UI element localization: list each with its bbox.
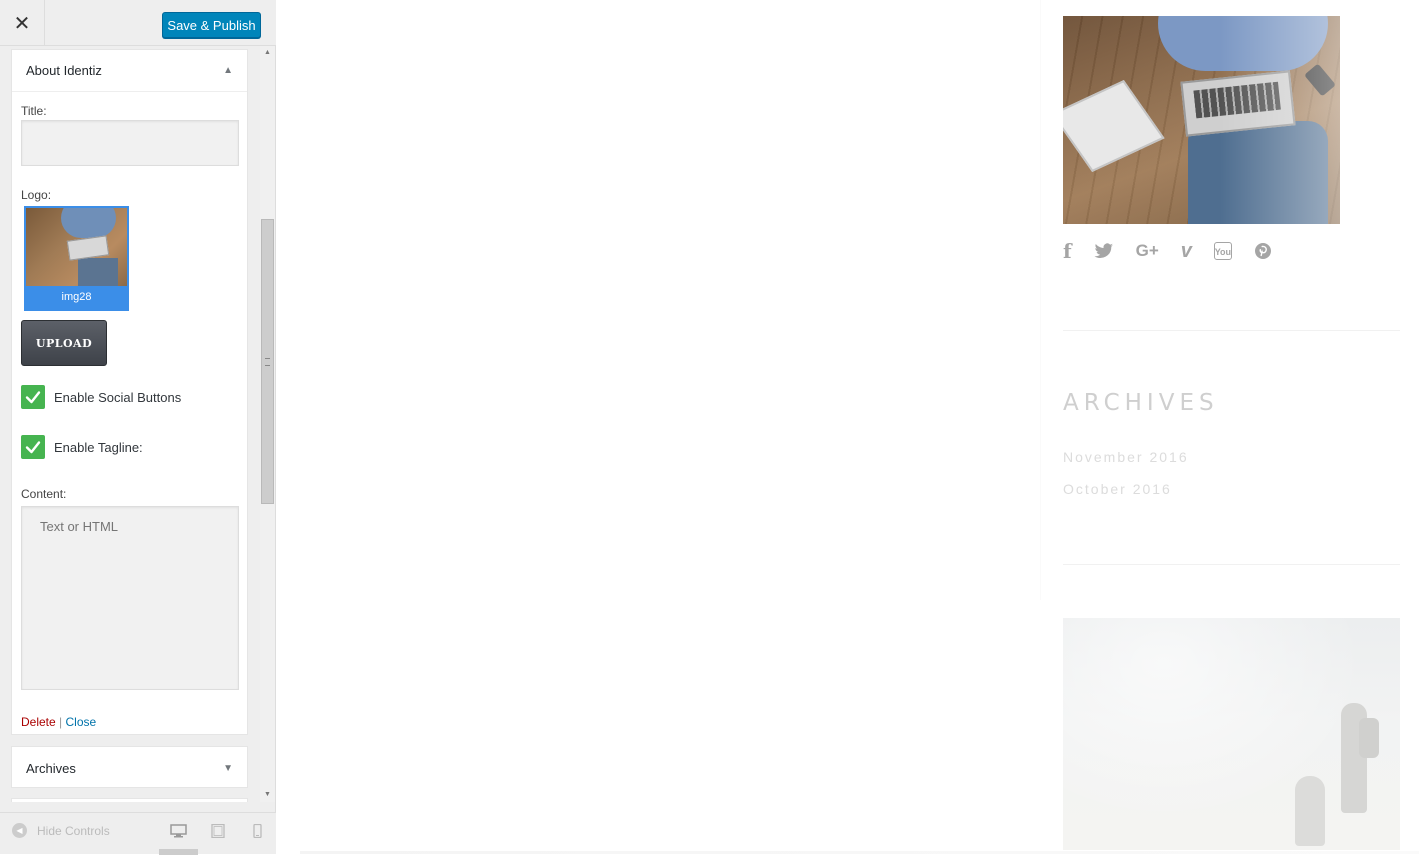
widget-actions: Delete | Close bbox=[21, 715, 96, 729]
enable-social-checkbox[interactable] bbox=[21, 385, 45, 409]
sidebar-scrollbar[interactable]: ▲ ▼ bbox=[260, 46, 275, 802]
about-widget: About Identiz ▲ Title: Logo: img28 UPLOA… bbox=[11, 49, 248, 735]
customizer-header: ✕ Save & Publish bbox=[0, 0, 276, 46]
hide-controls-label: Hide Controls bbox=[37, 823, 110, 838]
google-plus-icon[interactable]: G+ bbox=[1136, 240, 1159, 262]
logo-image bbox=[26, 208, 127, 286]
twitter-icon[interactable] bbox=[1094, 240, 1114, 262]
desktop-preview-icon[interactable] bbox=[170, 824, 187, 838]
enable-social-row: Enable Social Buttons bbox=[21, 385, 181, 409]
checkmark-icon bbox=[25, 391, 41, 404]
logo-label: Logo: bbox=[21, 188, 52, 202]
archive-link[interactable]: October 2016 bbox=[1063, 481, 1172, 497]
customizer-sidebar: ✕ Save & Publish About Identiz ▲ Title: … bbox=[0, 0, 276, 855]
checkmark-icon bbox=[25, 441, 41, 454]
archives-heading: ARCHIVES bbox=[1063, 390, 1219, 416]
youtube-icon[interactable]: You bbox=[1213, 242, 1232, 260]
title-label: Title: bbox=[21, 104, 47, 118]
social-buttons: f G+ v You bbox=[1063, 239, 1294, 263]
logo-caption: img28 bbox=[61, 291, 92, 303]
mobile-preview-icon[interactable] bbox=[249, 824, 266, 838]
close-link[interactable]: Close bbox=[66, 715, 97, 729]
logo-thumbnail[interactable]: img28 bbox=[24, 206, 129, 311]
scrollbar-thumb[interactable] bbox=[261, 219, 274, 504]
content-textarea[interactable] bbox=[21, 506, 239, 690]
scroll-down-arrow-icon[interactable]: ▼ bbox=[260, 788, 275, 802]
about-widget-title: About Identiz bbox=[26, 63, 102, 78]
delete-link[interactable]: Delete bbox=[21, 715, 56, 729]
actions-separator: | bbox=[59, 715, 63, 729]
collapse-circle-icon: ◀ bbox=[12, 823, 27, 838]
hiker-image bbox=[1063, 618, 1400, 850]
archives-widget-header[interactable]: Archives ▼ bbox=[12, 747, 247, 789]
widgets-panel: About Identiz ▲ Title: Logo: img28 UPLOA… bbox=[0, 46, 276, 802]
archives-widget[interactable]: Archives ▼ bbox=[11, 746, 248, 788]
vimeo-icon[interactable]: v bbox=[1181, 240, 1192, 262]
scroll-up-arrow-icon[interactable]: ▲ bbox=[260, 46, 275, 60]
archives-widget-title: Archives bbox=[26, 760, 76, 776]
footer-handle bbox=[159, 849, 198, 855]
title-input[interactable] bbox=[21, 120, 239, 166]
section-divider bbox=[1063, 330, 1400, 331]
about-featured-image bbox=[1063, 16, 1340, 224]
content-divider bbox=[1040, 0, 1041, 600]
tablet-preview-icon[interactable] bbox=[210, 824, 227, 838]
section-divider bbox=[1063, 564, 1400, 565]
facebook-icon[interactable]: f bbox=[1063, 239, 1072, 263]
archive-link[interactable]: November 2016 bbox=[1063, 449, 1189, 465]
about-widget-header[interactable]: About Identiz ▲ bbox=[12, 50, 247, 92]
customizer-footer: ◀ Hide Controls bbox=[0, 812, 276, 855]
enable-tagline-row: Enable Tagline: bbox=[21, 435, 143, 459]
save-publish-button[interactable]: Save & Publish bbox=[162, 12, 261, 38]
enable-tagline-checkbox[interactable] bbox=[21, 435, 45, 459]
enable-social-label: Enable Social Buttons bbox=[54, 389, 182, 405]
site-preview: f G+ v You ARCHIVES November 2016 Octobe… bbox=[277, 0, 1419, 854]
pinterest-icon[interactable] bbox=[1254, 240, 1272, 262]
next-widget-partial[interactable] bbox=[11, 798, 248, 802]
hide-controls-button[interactable]: ◀ Hide Controls bbox=[12, 823, 110, 838]
upload-button[interactable]: UPLOAD bbox=[21, 320, 107, 366]
close-customizer-button[interactable]: ✕ bbox=[0, 0, 45, 46]
collapse-arrow-icon[interactable]: ▲ bbox=[223, 65, 233, 76]
expand-arrow-icon[interactable]: ▼ bbox=[223, 763, 233, 774]
content-label: Content: bbox=[21, 487, 67, 501]
enable-tagline-label: Enable Tagline: bbox=[54, 439, 143, 455]
